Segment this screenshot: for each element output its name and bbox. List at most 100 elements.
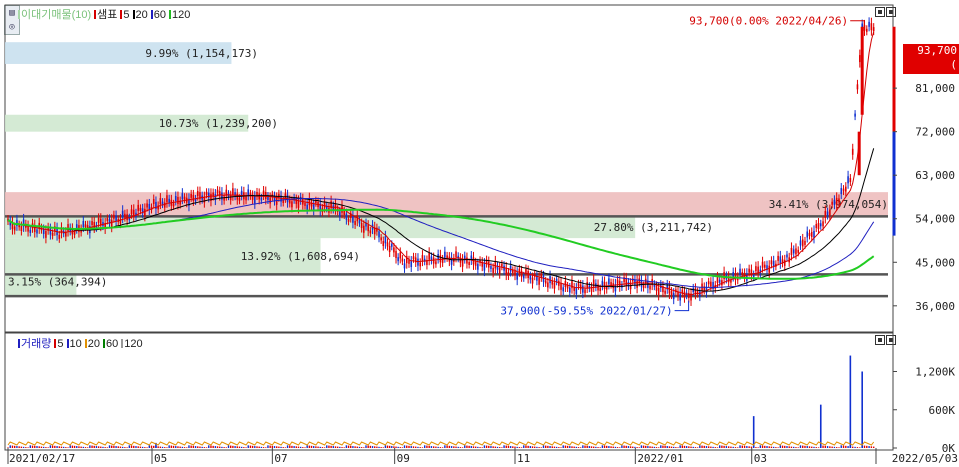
price-candle xyxy=(586,282,588,289)
volume-bar xyxy=(779,445,782,448)
volume-bar xyxy=(466,445,468,448)
volume-bar xyxy=(603,445,606,448)
volume-bar xyxy=(737,447,739,448)
price-candle xyxy=(547,282,549,288)
volume-bar xyxy=(725,446,728,448)
price-candle xyxy=(763,264,766,268)
price-candle xyxy=(397,257,399,262)
volume-bar xyxy=(69,445,71,448)
price-candle xyxy=(723,272,725,280)
volume-bar xyxy=(219,446,221,448)
volume-bar xyxy=(599,447,601,448)
price-candle xyxy=(810,231,813,237)
volume-profile-band xyxy=(5,192,888,217)
volume-bar xyxy=(203,447,206,448)
volume-bar xyxy=(106,447,109,448)
volume-bar xyxy=(275,446,278,448)
volume-bar xyxy=(323,447,326,448)
min-price-arrow xyxy=(674,300,690,312)
price-candle xyxy=(710,281,712,287)
price-candle xyxy=(223,196,225,201)
volume-bar xyxy=(426,445,428,448)
price-candle xyxy=(139,207,142,211)
volume-bar xyxy=(62,446,65,448)
price-candle xyxy=(455,251,457,258)
price-candle xyxy=(542,275,545,282)
volume-bar xyxy=(159,446,162,448)
volume-bar xyxy=(42,446,45,448)
volume-bar xyxy=(415,446,417,448)
price-candle xyxy=(872,27,875,32)
volume-bar xyxy=(150,445,153,448)
price-candle xyxy=(608,278,610,285)
price-candle xyxy=(668,286,671,294)
price-candle xyxy=(826,211,829,216)
volume-bar xyxy=(172,445,175,448)
volume-bar xyxy=(260,446,263,448)
price-candle xyxy=(718,279,721,283)
volume-ytick-label: 1,200K xyxy=(915,366,955,379)
price-candle xyxy=(529,275,532,280)
volume-bar xyxy=(412,446,415,448)
volume-bar xyxy=(302,447,304,448)
volume-bar xyxy=(128,445,131,448)
volume-bar xyxy=(197,446,199,448)
volume-bar xyxy=(291,445,293,448)
volume-bar xyxy=(73,445,76,448)
volume-bar xyxy=(397,446,399,448)
volume-bar xyxy=(326,445,328,448)
volume-bar xyxy=(470,446,473,448)
volume-bar xyxy=(262,447,265,448)
price-candle xyxy=(384,236,387,244)
volume-bar xyxy=(593,446,595,448)
price-candle xyxy=(672,293,675,300)
price-candle xyxy=(739,268,741,275)
price-ytick-label: 54,000 xyxy=(915,213,955,226)
volume-bar xyxy=(716,447,719,448)
price-candle xyxy=(801,239,804,247)
price-candle xyxy=(854,113,856,117)
price-candle xyxy=(568,287,571,293)
volume-bar xyxy=(25,447,27,448)
volume-bar xyxy=(824,445,827,448)
volume-bar xyxy=(345,445,348,448)
volume-bar xyxy=(347,445,350,448)
volume-bar xyxy=(315,446,317,448)
price-candle xyxy=(490,265,492,269)
volume-bar xyxy=(34,445,36,448)
volume-bar xyxy=(692,446,694,448)
volume-bar xyxy=(790,446,793,448)
volume-bar xyxy=(757,447,759,448)
volume-bar xyxy=(374,446,376,448)
price-candle xyxy=(218,191,221,197)
volume-bar xyxy=(485,445,488,448)
volume-bar xyxy=(89,445,91,448)
volume-bar xyxy=(584,445,586,448)
price-candle xyxy=(269,197,271,204)
price-candle xyxy=(509,265,512,272)
price-candle xyxy=(388,246,391,253)
price-volume-chart[interactable]: 9.99% (1,154,173) 10.73% (1,239,200) 34.41… xyxy=(0,0,959,467)
volume-bar xyxy=(437,446,439,448)
price-candle xyxy=(664,290,666,294)
volume-bar xyxy=(826,446,829,448)
volume-bar xyxy=(786,446,788,448)
volume-bar xyxy=(642,445,645,448)
price-candle xyxy=(360,223,363,229)
volume-bar xyxy=(29,445,32,448)
volume-bar xyxy=(835,447,838,448)
xaxis-label: 2022/05/03 xyxy=(892,452,958,465)
volume-bar xyxy=(797,447,799,448)
volume-bar xyxy=(494,446,497,448)
price-candle xyxy=(851,148,854,155)
volume-spike-bar xyxy=(752,416,755,448)
volume-bar xyxy=(45,447,47,448)
volume-bar xyxy=(721,445,723,448)
volume-bar xyxy=(536,446,538,448)
volume-bar xyxy=(739,445,741,448)
price-candle xyxy=(238,197,241,201)
price-candle xyxy=(435,261,437,265)
price-candle xyxy=(51,232,54,236)
volume-bar xyxy=(679,445,681,448)
price-candle xyxy=(865,28,868,32)
